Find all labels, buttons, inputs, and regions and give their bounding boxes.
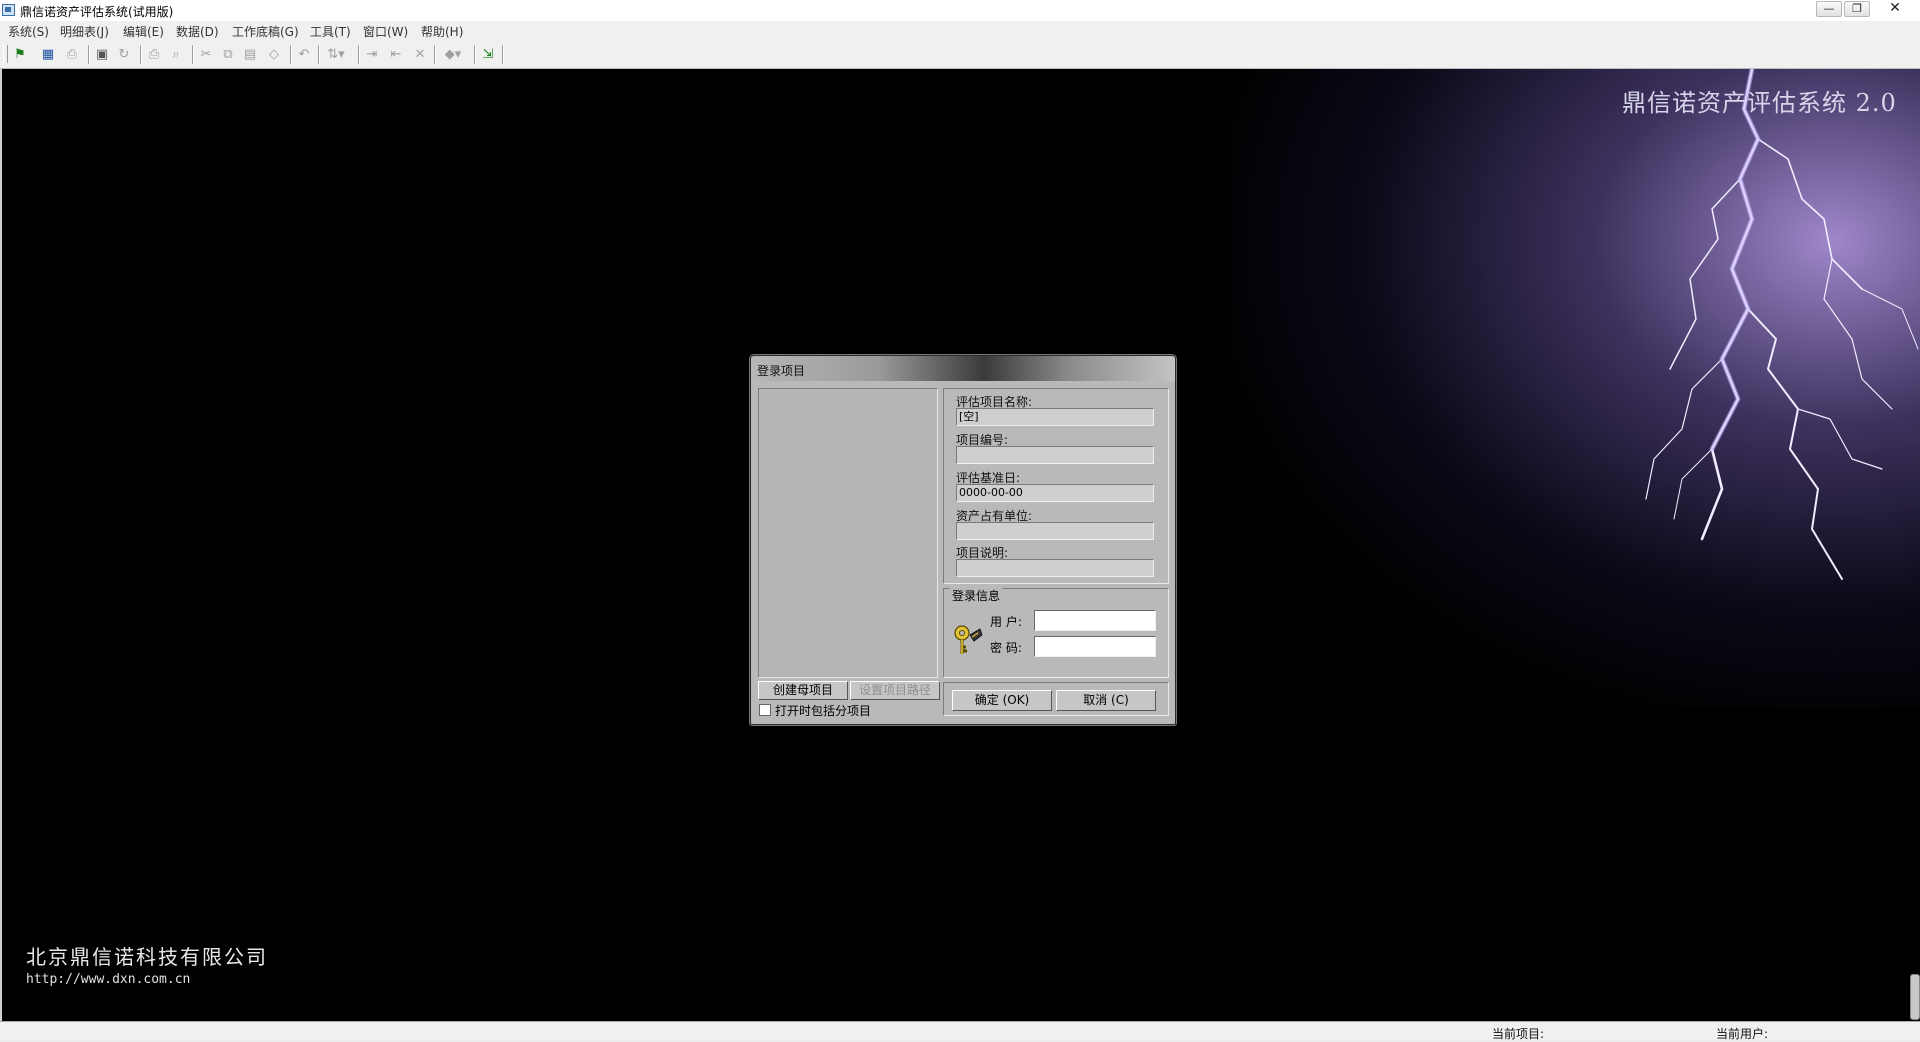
include-subprojects-label: 打开时包括分项目 [775, 704, 872, 718]
base-date-field: 0000-00-00 [956, 484, 1154, 502]
current-user-label: 当前用户: [1716, 1027, 1769, 1041]
toolbar-handle[interactable] [3, 45, 8, 63]
password-label: 密 码: [990, 641, 1022, 655]
paste-icon[interactable]: ▤ [242, 46, 258, 62]
menu-tools[interactable]: 工具(T) [310, 23, 351, 40]
toolbar-separator [434, 45, 436, 64]
lightning-graphic [1645, 69, 1919, 580]
outdent-icon[interactable]: ⇤ [388, 46, 404, 62]
sort-icon[interactable]: ⇅▾ [324, 46, 348, 62]
close-button[interactable]: ✕ [1880, 1, 1910, 17]
login-info-legend: 登录信息 [950, 587, 1003, 604]
company-name: 北京鼎信诺科技有限公司 [26, 945, 268, 969]
project-tree-panel[interactable] [758, 388, 938, 678]
menu-bar: 系统(S) 明细表(J) 编辑(E) 数据(D) 工作底稿(G) 工具(T) 窗… [0, 21, 1920, 41]
menu-working-paper[interactable]: 工作底稿(G) [232, 23, 299, 40]
eraser-icon[interactable]: ◇ [266, 46, 282, 62]
dialog-button-row: 确定 (OK) 取消 (C) [943, 682, 1169, 716]
menu-system[interactable]: 系统(S) [8, 23, 49, 40]
scrollbar-thumb[interactable] [1910, 974, 1920, 1020]
title-bar: 鼎信诺资产评估系统(试用版) — ❐ ✕ [0, 0, 1920, 22]
toolbar: ⚑ ▦ ⎙ ▣ ↻ ⎙ ⌕ ✂ ⧉ ▤ ◇ ↶ ⇅▾ ⇥ ⇤ ✕ ◆▾ ⇲ [0, 41, 1920, 69]
copy-icon[interactable]: ⧉ [220, 46, 236, 62]
indent-icon[interactable]: ⇥ [364, 46, 380, 62]
print-setup-icon[interactable]: ⎙ [64, 46, 80, 62]
print-preview-icon[interactable]: ⌕ [168, 46, 184, 62]
refresh-icon[interactable]: ↻ [116, 46, 132, 62]
toolbar-separator [88, 45, 90, 64]
grid-icon[interactable]: ▦ [40, 46, 56, 62]
toolbar-separator [358, 45, 360, 64]
toolbar-separator [192, 45, 194, 64]
undo-icon[interactable]: ↶ [296, 46, 312, 62]
menu-window[interactable]: 窗口(W) [363, 23, 408, 40]
project-number-field [956, 446, 1154, 464]
menu-data[interactable]: 数据(D) [176, 23, 219, 40]
brand-title: 鼎信诺资产评估系统 2.0 [1622, 89, 1897, 117]
login-project-dialog: 登录项目 创建母项目 设置项目路径 打开时包括分项目 评估项目名称: [空] 项… [750, 355, 1176, 725]
login-info-group: 登录信息 用 户: 密 码: [943, 587, 1169, 678]
exit-icon[interactable]: ⇲ [480, 46, 496, 62]
menu-help[interactable]: 帮助(H) [421, 23, 463, 40]
status-bar: 当前项目: 当前用户: [0, 1021, 1920, 1041]
workspace-canvas: 鼎信诺资产评估系统 2.0 北京鼎信诺科技有限公司 http://www.dxn… [0, 69, 1920, 1021]
project-info-panel: 评估项目名称: [空] 项目编号: 评估基准日: 0000-00-00 资产占有… [943, 388, 1169, 584]
toolbar-separator [474, 45, 476, 64]
toolbar-separator [140, 45, 142, 64]
menu-detail-table[interactable]: 明细表(J) [60, 23, 109, 40]
delete-icon[interactable]: ✕ [412, 46, 428, 62]
password-input[interactable] [1034, 636, 1156, 657]
key-icon [954, 625, 983, 654]
menu-edit[interactable]: 编辑(E) [123, 23, 164, 40]
create-parent-project-button[interactable]: 创建母项目 [758, 681, 848, 700]
dialog-title-bar[interactable]: 登录项目 [751, 356, 1175, 381]
ok-button[interactable]: 确定 (OK) [952, 690, 1052, 711]
restore-button[interactable]: ❐ [1844, 1, 1870, 17]
project-name-field: [空] [956, 408, 1154, 426]
save-icon[interactable]: ▣ [94, 46, 110, 62]
print-icon[interactable]: ⎙ [146, 46, 162, 62]
company-url[interactable]: http://www.dxn.com.cn [26, 972, 190, 987]
cancel-button[interactable]: 取消 (C) [1056, 690, 1156, 711]
include-subprojects-checkbox[interactable] [759, 704, 771, 716]
cut-icon[interactable]: ✂ [198, 46, 214, 62]
app-icon [2, 4, 15, 16]
toolbar-separator [290, 45, 292, 64]
user-label: 用 户: [990, 615, 1022, 629]
tag-icon[interactable]: ◆▾ [440, 46, 466, 62]
minimize-button[interactable]: — [1816, 1, 1842, 17]
asset-owner-field [956, 522, 1154, 540]
current-project-label: 当前项目: [1492, 1027, 1545, 1041]
toolbar-separator [318, 45, 320, 64]
flag-icon[interactable]: ⚑ [12, 46, 28, 62]
set-project-path-button[interactable]: 设置项目路径 [850, 681, 940, 700]
toolbar-separator [502, 45, 504, 64]
window-title: 鼎信诺资产评估系统(试用版) [20, 5, 174, 19]
user-input[interactable] [1034, 610, 1156, 631]
dialog-title: 登录项目 [757, 364, 806, 378]
description-field [956, 559, 1154, 577]
